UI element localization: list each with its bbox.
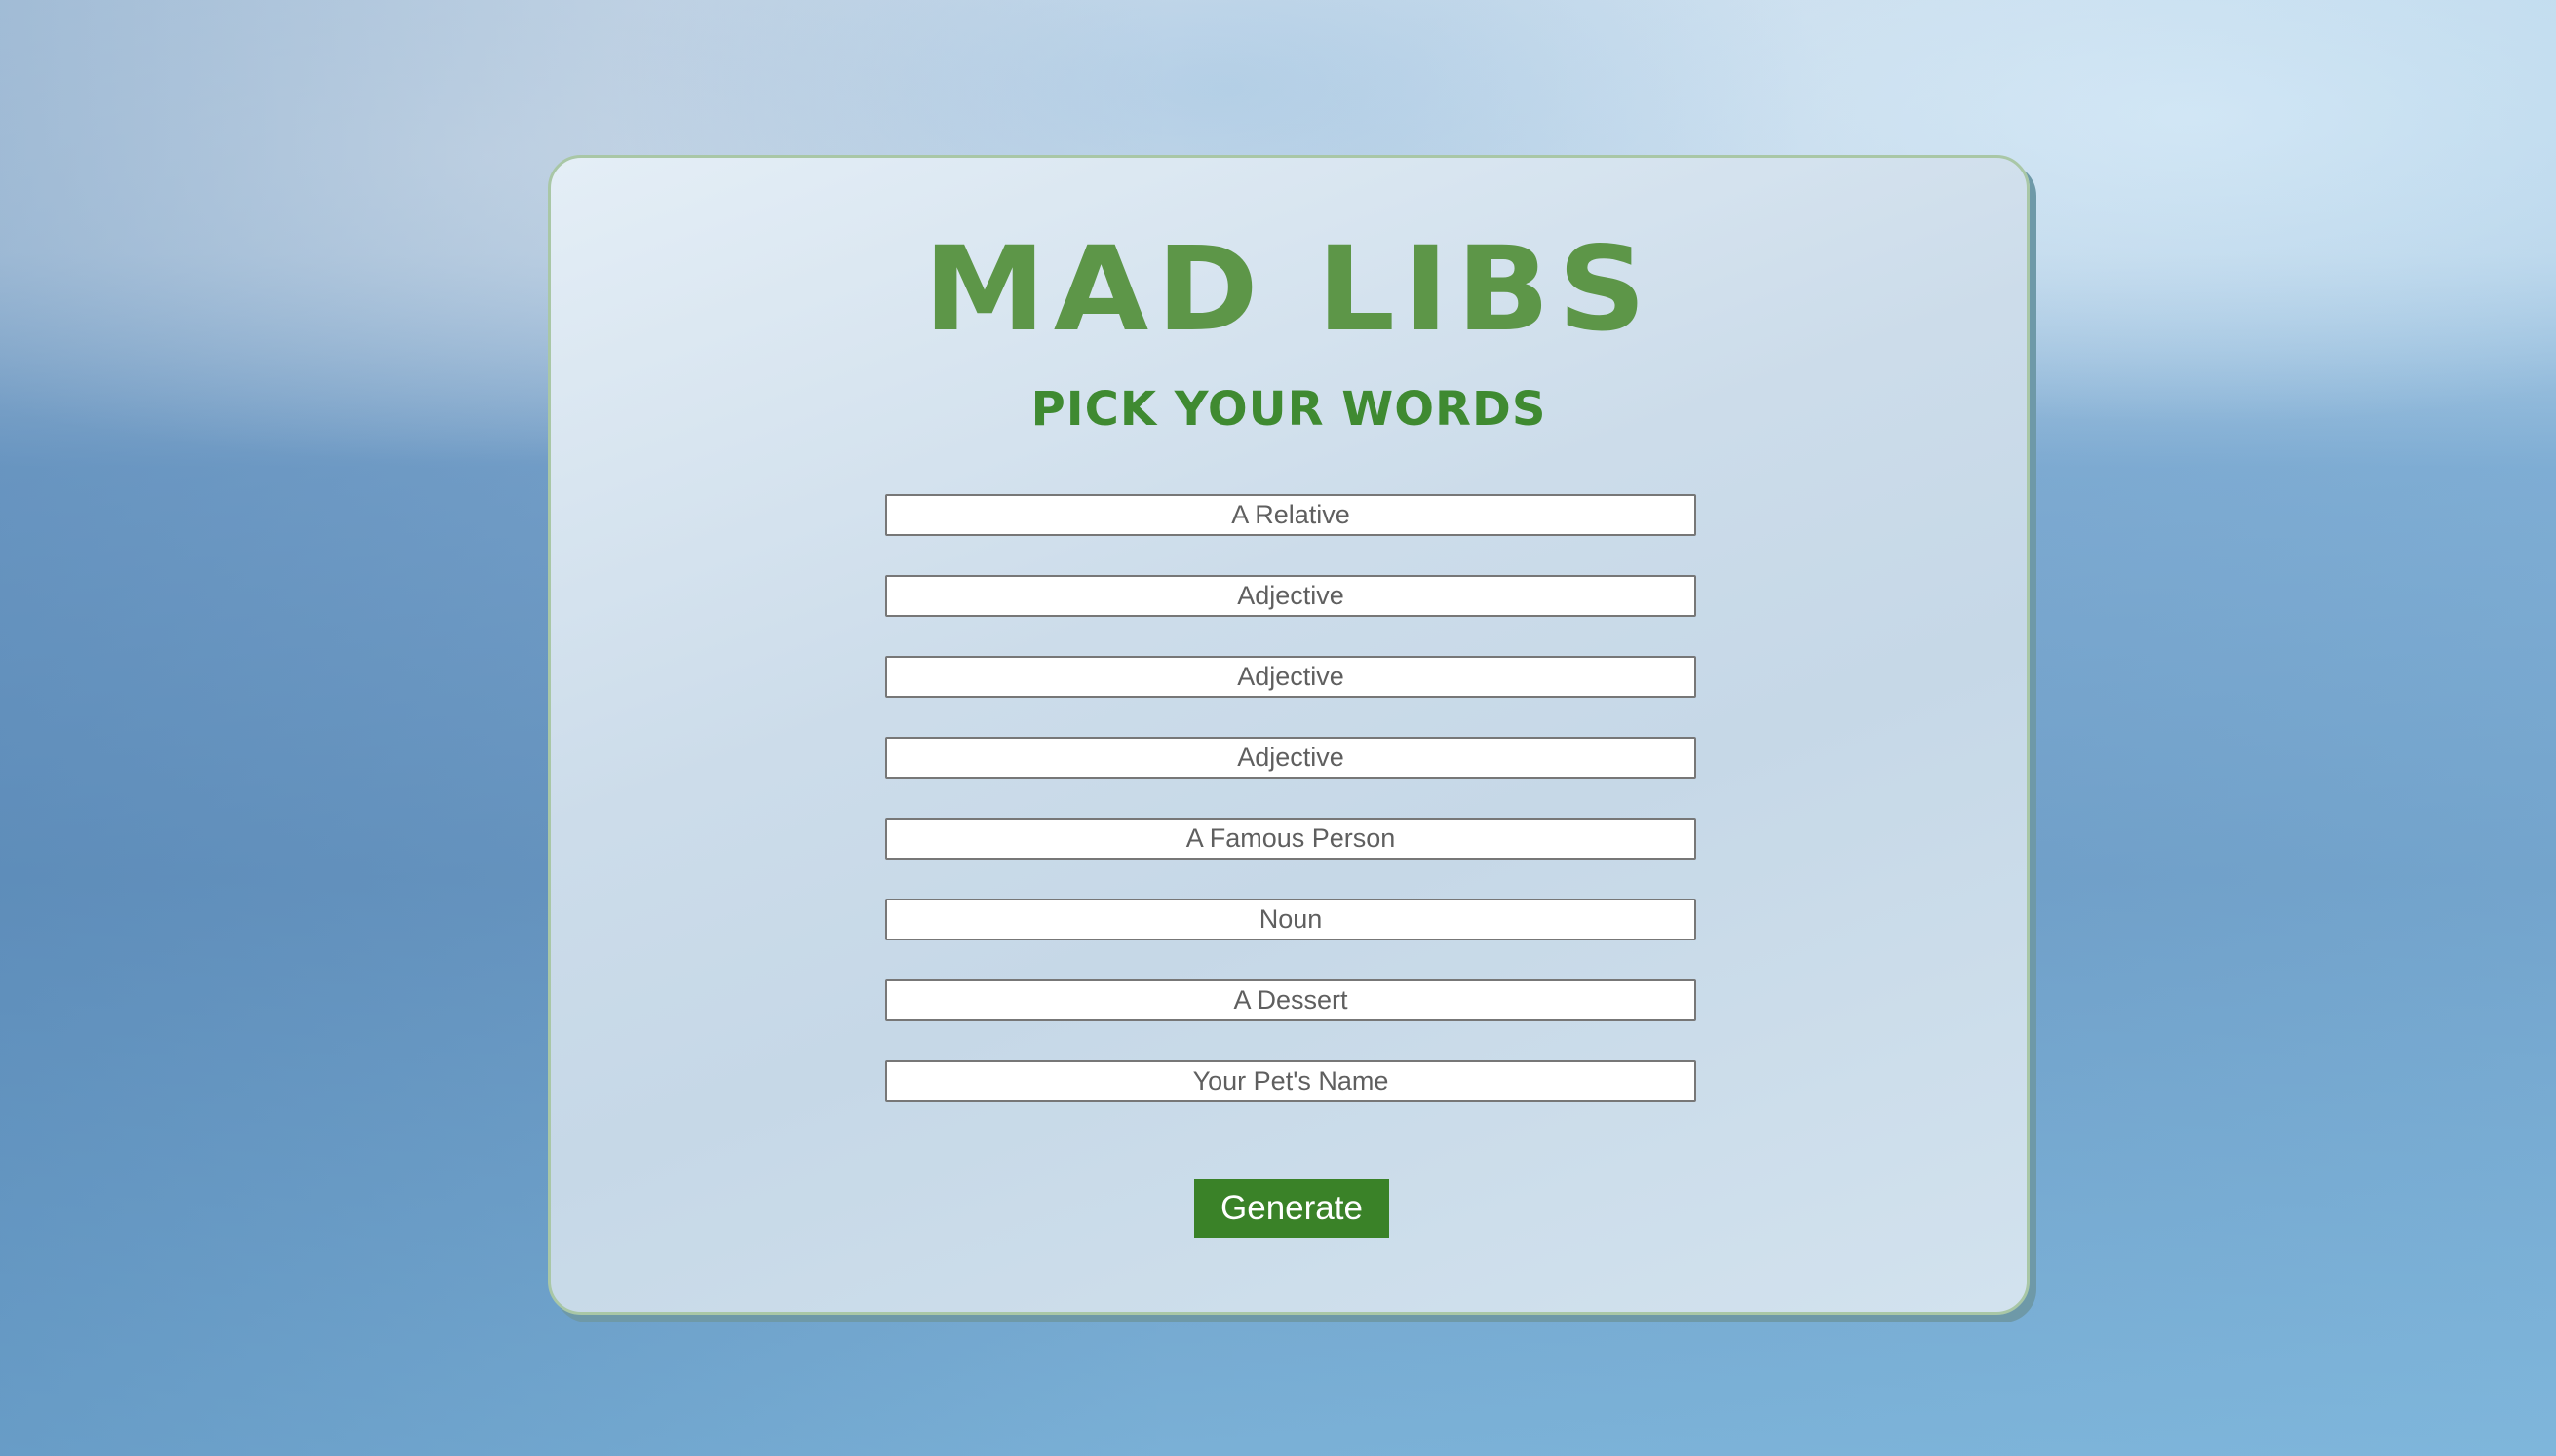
pet-name-input[interactable] <box>885 1060 1696 1102</box>
adjective-input-3[interactable] <box>885 737 1696 779</box>
dessert-input[interactable] <box>885 979 1696 1021</box>
adjective-input-1[interactable] <box>885 575 1696 617</box>
famous-person-input[interactable] <box>885 818 1696 860</box>
mad-libs-card: MAD LIBS PICK YOUR WORDS Generate <box>548 155 2030 1315</box>
page-title: MAD LIBS <box>923 220 1654 358</box>
generate-button[interactable]: Generate <box>1194 1179 1389 1238</box>
word-fields <box>885 494 1696 1141</box>
adjective-input-2[interactable] <box>885 656 1696 698</box>
page-subtitle: PICK YOUR WORDS <box>1030 382 1547 437</box>
relative-input[interactable] <box>885 494 1696 536</box>
noun-input[interactable] <box>885 899 1696 940</box>
